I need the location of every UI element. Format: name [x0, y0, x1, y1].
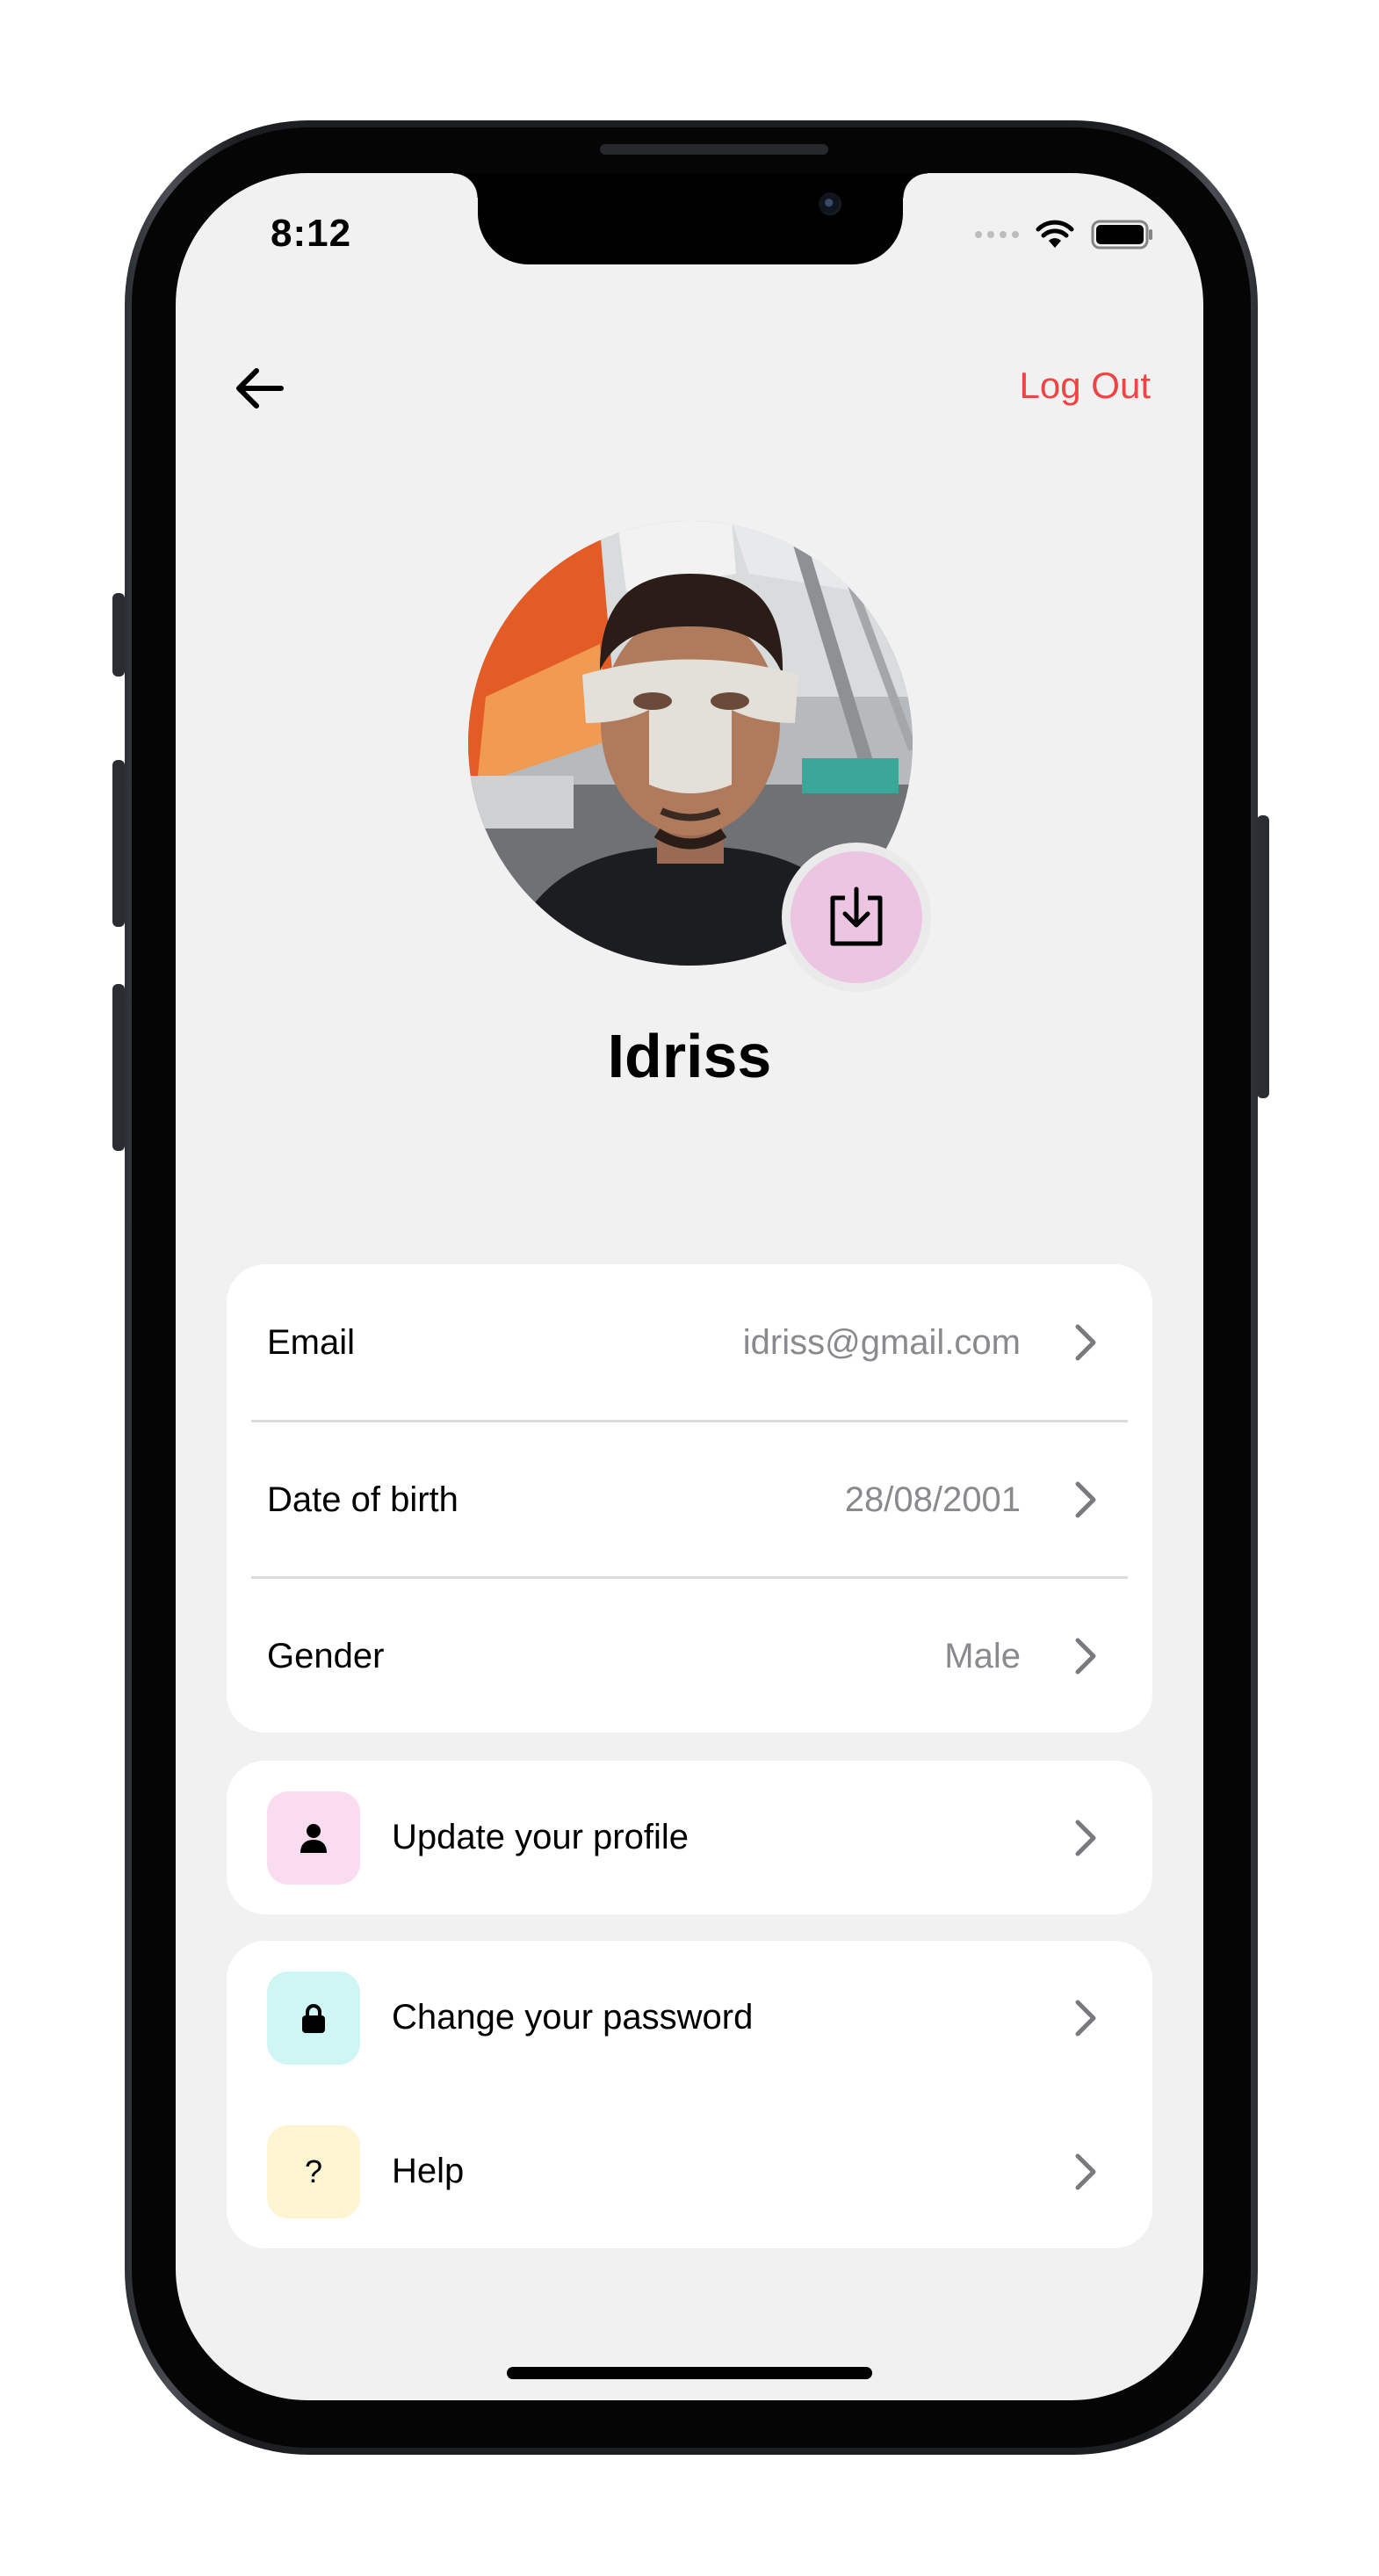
battery-icon [1091, 220, 1152, 250]
update-profile-card: Update your profile [227, 1761, 1152, 1914]
date-of-birth-row[interactable]: Date of birth 28/08/2001 [227, 1422, 1152, 1577]
help-row[interactable]: ? Help [227, 2095, 1152, 2248]
front-camera [819, 192, 841, 215]
screen: 8:12 Log Out Idriss Email idriss@gmail.c… [176, 173, 1203, 2400]
profile-name: Idriss [607, 1022, 772, 1090]
chevron-right-icon [1075, 1481, 1096, 1518]
cellular-signal-icon [975, 231, 1019, 238]
chevron-right-icon [1075, 2153, 1096, 2189]
chevron-right-icon [1075, 1324, 1096, 1361]
lock-icon [302, 2003, 325, 2033]
gender-label: Gender [267, 1636, 385, 1675]
change-password-label: Change your password [392, 1998, 754, 2037]
person-icon-tile [267, 1791, 360, 1885]
wifi-icon [1036, 220, 1074, 248]
home-indicator[interactable] [507, 2367, 872, 2379]
chevron-right-icon [1075, 1820, 1096, 1856]
volume-up-button [112, 760, 125, 927]
profile-info-card: Email idriss@gmail.com Date of birth 28/… [227, 1264, 1152, 1733]
power-button [1257, 815, 1269, 1098]
settings-card: Change your password ? Help [227, 1941, 1152, 2248]
silent-switch [112, 593, 125, 677]
email-row[interactable]: Email idriss@gmail.com [227, 1264, 1152, 1421]
download-photo-button[interactable] [782, 843, 931, 992]
date-of-birth-value: 28/08/2001 [844, 1480, 1021, 1519]
email-value: idriss@gmail.com [742, 1322, 1021, 1362]
lock-icon-tile [267, 1971, 360, 2065]
update-profile-row[interactable]: Update your profile [227, 1761, 1152, 1914]
gender-value: Male [944, 1636, 1021, 1675]
download-icon [830, 886, 883, 946]
question-icon: ? [304, 2153, 323, 2189]
arrow-left-icon [236, 368, 284, 409]
chevron-right-icon [1075, 1638, 1096, 1675]
speaker-grill [600, 144, 828, 155]
help-label: Help [392, 2152, 465, 2190]
back-button[interactable] [228, 358, 290, 419]
gender-row[interactable]: Gender Male [227, 1579, 1152, 1733]
question-icon-tile: ? [267, 2124, 360, 2218]
date-of-birth-label: Date of birth [267, 1480, 458, 1519]
status-icons [975, 219, 1154, 250]
email-label: Email [267, 1322, 356, 1362]
logout-button[interactable]: Log Out [1020, 365, 1151, 407]
status-time: 8:12 [271, 212, 352, 255]
update-profile-label: Update your profile [392, 1818, 689, 1856]
notch [453, 173, 928, 264]
volume-down-button [112, 984, 125, 1151]
change-password-row[interactable]: Change your password [227, 1941, 1152, 2095]
chevron-right-icon [1075, 2000, 1096, 2036]
person-icon [300, 1823, 327, 1853]
